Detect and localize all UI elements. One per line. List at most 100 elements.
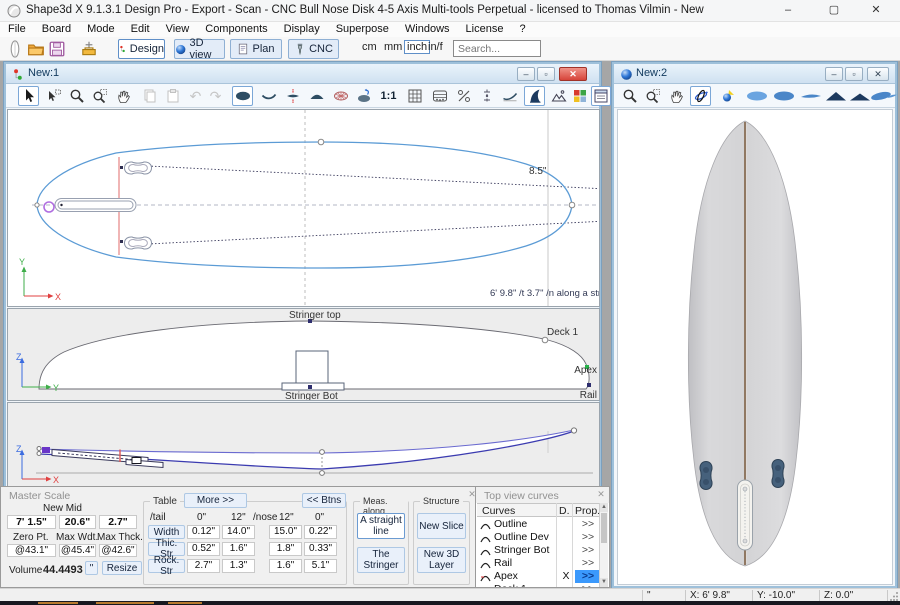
close-icon[interactable]: ✕ [595, 489, 607, 500]
menu-view[interactable]: View [158, 22, 198, 36]
paste-icon[interactable] [162, 86, 183, 106]
unit-inch[interactable]: inch [404, 40, 430, 54]
minimize-icon[interactable]: – [768, 0, 808, 21]
doc1-titlebar[interactable]: New:1 – ▫ ✕ [6, 64, 599, 84]
save-icon[interactable] [48, 40, 66, 58]
rocker-view[interactable]: Z X [7, 402, 600, 490]
scroll-up-icon[interactable]: ▲ [600, 503, 608, 512]
prop-link[interactable]: >> [577, 544, 599, 556]
menu-license[interactable]: License [458, 22, 512, 36]
display-flag[interactable]: X [559, 570, 573, 582]
table-cell[interactable]: 1.6" [269, 559, 302, 573]
prop-link-selected[interactable]: >> [575, 570, 601, 583]
curve-row[interactable]: Outline>> [477, 518, 601, 531]
3d-view[interactable] [617, 109, 893, 585]
outline-view[interactable]: 8.5" 6' 9.8" /t 3.7" /n along a stra Y X [7, 109, 600, 307]
light-icon[interactable] [717, 86, 738, 106]
length-value[interactable]: 7' 1.5" [7, 515, 56, 529]
resize-button[interactable]: Resize [102, 561, 142, 575]
prop-link[interactable]: >> [577, 557, 599, 569]
slice-view-canvas[interactable]: Stringer top Deck 1 Apex Rail Stringer B… [8, 309, 599, 400]
board-3d[interactable] [688, 121, 801, 566]
doc2-maximize-icon[interactable]: ▫ [845, 67, 863, 81]
select-points-icon[interactable] [43, 86, 64, 106]
export-machine-icon[interactable] [80, 40, 98, 58]
doc1-close-icon[interactable]: ✕ [559, 67, 587, 81]
menu-mode[interactable]: Mode [79, 22, 123, 36]
menu-edit[interactable]: Edit [123, 22, 158, 36]
pan-hand-icon[interactable] [666, 86, 687, 106]
view-front-icon[interactable] [823, 86, 849, 106]
table-cell[interactable]: 1.3" [222, 559, 255, 573]
unit-toggle-button[interactable]: " [85, 561, 98, 575]
table-cell[interactable]: 14.0" [222, 525, 255, 539]
maximize-icon[interactable]: ▢ [814, 0, 854, 21]
board-file-icon[interactable] [6, 40, 24, 58]
outline-view-canvas[interactable]: 8.5" 6' 9.8" /t 3.7" /n along a stra Y X [8, 110, 599, 306]
slice-view[interactable]: Stringer top Deck 1 Apex Rail Stringer B… [7, 308, 600, 401]
side-fin-plug-bottom[interactable] [120, 237, 152, 249]
width-value[interactable]: 20.6" [59, 515, 96, 529]
menu-file[interactable]: File [0, 22, 34, 36]
menu-display[interactable]: Display [276, 22, 328, 36]
color-palette-icon[interactable] [569, 86, 590, 106]
menu-superpose[interactable]: Superpose [328, 22, 397, 36]
table-cell[interactable]: 0.52" [187, 542, 220, 556]
zero-pt-value[interactable]: @43.1" [7, 544, 56, 557]
menu-help[interactable]: ? [511, 22, 533, 36]
resize-grip[interactable] [889, 591, 899, 601]
properties-icon[interactable] [591, 86, 611, 106]
open-folder-icon[interactable] [27, 40, 45, 58]
table-cell[interactable]: 0.22" [304, 525, 337, 539]
doc2-close-icon[interactable]: ✕ [867, 67, 889, 81]
the-stringer-button[interactable]: The Stringer [357, 547, 405, 573]
guidelines-icon[interactable] [476, 86, 497, 106]
rocker-view-canvas[interactable]: Z X [8, 403, 599, 489]
more-button[interactable]: More >> [184, 493, 247, 508]
fin-icon[interactable] [524, 86, 545, 106]
flip-view-icon[interactable] [354, 86, 375, 106]
slices-icon[interactable] [429, 86, 450, 106]
measurements-icon[interactable] [453, 86, 474, 106]
view-perspective2-icon[interactable] [886, 86, 898, 106]
search-input[interactable] [453, 40, 541, 57]
grid-icon[interactable] [404, 86, 425, 106]
side-fin-plug-top[interactable] [120, 162, 152, 174]
scroll-down-icon[interactable]: ▼ [600, 578, 608, 587]
outline-view-icon[interactable] [232, 86, 253, 106]
view-side-icon[interactable] [798, 86, 824, 106]
pan-hand-icon[interactable] [113, 86, 134, 106]
rocker-view-icon[interactable] [258, 86, 279, 106]
table-cell[interactable]: 1.6" [222, 542, 255, 556]
thickness-view-icon[interactable] [306, 86, 327, 106]
control-points[interactable] [35, 139, 575, 208]
design-button[interactable]: Design [118, 39, 165, 59]
zoom-area-icon[interactable] [89, 86, 110, 106]
zoom-icon[interactable] [66, 86, 87, 106]
cnc-button[interactable]: CNC [288, 39, 339, 59]
menu-windows[interactable]: Windows [397, 22, 458, 36]
unit-cm[interactable]: cm [362, 41, 377, 53]
max-thck-value[interactable]: @42.6" [99, 544, 137, 557]
doc1-maximize-icon[interactable]: ▫ [537, 67, 555, 81]
table-cell[interactable]: 1.8" [269, 542, 302, 556]
view-top-icon[interactable] [771, 86, 797, 106]
doc2-minimize-icon[interactable]: – [825, 67, 843, 81]
select-cursor-icon[interactable] [18, 86, 39, 106]
tail-handle-circle[interactable] [44, 202, 54, 212]
scroll-thumb[interactable] [601, 513, 607, 543]
btns-button[interactable]: << Btns [302, 493, 346, 508]
table-cell[interactable]: 0.33" [304, 542, 337, 556]
table-cell[interactable]: 2.7" [187, 559, 220, 573]
width-row-button[interactable]: Width [148, 525, 185, 539]
undo-icon[interactable]: ↶ [185, 86, 206, 106]
redo-icon[interactable]: ↷ [205, 86, 226, 106]
prop-link[interactable]: >> [577, 518, 599, 530]
rotate-icon[interactable] [690, 86, 711, 106]
close-icon[interactable]: ✕ [856, 0, 896, 21]
table-cell[interactable]: 0.12" [187, 525, 220, 539]
plan-button[interactable]: Plan [230, 39, 282, 59]
doc2-titlebar[interactable]: New:2 – ▫ ✕ [614, 64, 895, 84]
copy-icon[interactable] [139, 86, 160, 106]
zoom-area-icon[interactable] [642, 86, 663, 106]
